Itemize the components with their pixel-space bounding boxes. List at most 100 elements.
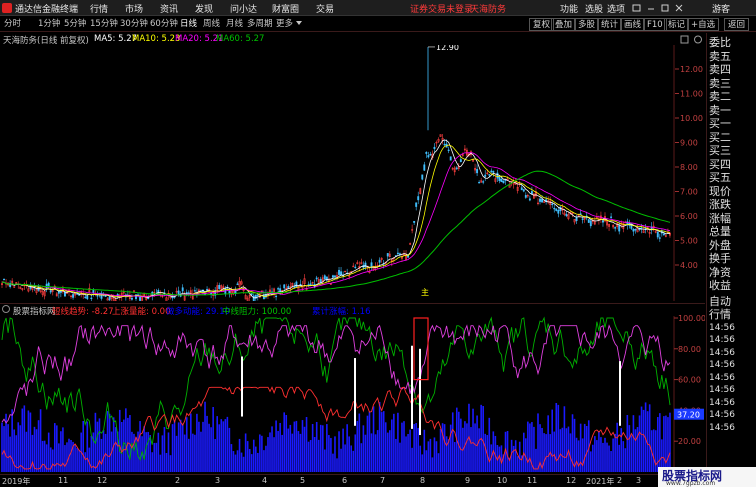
candle-body (57, 291, 60, 294)
candle-body (498, 176, 501, 181)
time-axis-label: 12 (566, 476, 577, 485)
period-60min[interactable]: 60分钟 (150, 18, 178, 31)
candle-body (86, 295, 89, 300)
stats-button[interactable]: 统计 (597, 18, 623, 31)
menu-item-guest[interactable]: 游客 (712, 2, 730, 15)
y-tick-label: 8.00 (680, 163, 698, 172)
more-dropdown-icon[interactable] (296, 21, 302, 25)
candle-body (417, 196, 420, 201)
menu-item-ask[interactable]: 问小达 (230, 2, 257, 15)
period-weekly[interactable]: 周线 (203, 18, 220, 31)
quote-side-panel: 委比 卖五 卖四 卖三 卖二 卖一 买一 买二 买三 买四 买五 现价 涨跌 涨幅 总量 外盘 换手 净资 收益 自动… (706, 33, 756, 474)
menu-item-functions[interactable]: 功能 (560, 2, 578, 15)
candle-body (425, 151, 428, 154)
draw-button[interactable]: 画线 (620, 18, 646, 31)
period-intraday[interactable]: 分时 (4, 18, 21, 31)
candle-body (614, 227, 617, 229)
candle-body (522, 189, 525, 192)
y-tick-label: 10.00 (680, 114, 703, 123)
overlay-button[interactable]: 叠加 (551, 18, 577, 31)
y-tick-label: 6.00 (680, 212, 698, 221)
candle-body (443, 143, 446, 146)
time-axis-label: 12 (97, 476, 108, 485)
candle-body (421, 174, 424, 180)
app-title: 通达信金融终端 (15, 5, 79, 15)
chart-panel-controls[interactable] (680, 35, 704, 44)
candle-body (459, 159, 462, 163)
time-axis-label: 2019年 (2, 477, 31, 486)
current-value-label: 37.20 (677, 411, 700, 420)
ind-y-tick-label: 20.00 (678, 437, 701, 446)
candle-body (634, 229, 637, 231)
indicator-mid-resistance: 中线阻力: 100.00 (222, 307, 292, 317)
period-30min[interactable]: 30分钟 (120, 18, 148, 31)
period-more[interactable]: 更多 (276, 18, 293, 31)
candle-body (632, 228, 635, 232)
time-axis-label: 2 (617, 476, 623, 485)
tick-panel-header[interactable]: 自动 (709, 295, 731, 308)
candle-body (520, 187, 523, 191)
menu-item-options[interactable]: 选项 (607, 2, 625, 15)
quote-field-label: 卖三 (709, 76, 731, 90)
candle-body (502, 180, 505, 184)
menu-item-discover[interactable]: 发现 (195, 2, 213, 15)
candle-body (478, 181, 481, 184)
time-axis: 2019年1112234567891011122021年234 (0, 474, 705, 487)
time-axis-label: 11 (58, 476, 69, 485)
menu-item-stock-picker[interactable]: 选股 (585, 2, 603, 15)
candle-body (250, 293, 253, 295)
y-tick-label: 12.00 (680, 65, 703, 74)
candle-body (340, 271, 343, 276)
zoom-icon (694, 35, 702, 44)
period-multi[interactable]: 多周期 (247, 18, 273, 31)
indicator-short-trend: 短线趋势: -8.27 (52, 307, 114, 317)
candle-body (423, 164, 426, 171)
quote-field-label: 换手 (709, 252, 731, 265)
ind-y-tick-label: 60.00 (678, 376, 701, 385)
add-watchlist-button[interactable]: +自选 (687, 18, 720, 31)
trend-line (1, 324, 671, 424)
time-axis-label: 5 (300, 476, 306, 485)
tick-panel-header[interactable]: 行情 (709, 308, 731, 321)
time-axis-label: 10 (497, 476, 508, 485)
multi-stock-button[interactable]: 多股 (574, 18, 600, 31)
period-monthly[interactable]: 月线 (226, 18, 243, 31)
period-5min[interactable]: 5分钟 (64, 18, 86, 31)
quote-field-label: 收益 (709, 279, 731, 292)
period-daily[interactable]: 日线 (180, 18, 197, 31)
menu-item-quotes[interactable]: 行情 (90, 2, 108, 15)
indicator-name[interactable]: 股票指标网 (13, 305, 56, 317)
candle-body (427, 155, 430, 158)
quote-field-label: 买一 (709, 117, 731, 130)
candle-body (488, 174, 491, 176)
quote-field-label: 涨跌 (709, 198, 731, 211)
menu-item-market[interactable]: 市场 (125, 2, 143, 15)
indicator-chart[interactable]: 100.0080.0060.0040.0020.0037.20 (0, 304, 705, 474)
indicator-long-momentum: 做多动能: 29.10 (166, 307, 230, 317)
candle-body (193, 290, 196, 292)
period-15min[interactable]: 15分钟 (90, 18, 118, 31)
login-notice[interactable]: 证券交易未登录 (410, 2, 473, 15)
candle-body (449, 156, 452, 161)
quote-field-label: 卖四 (709, 63, 731, 76)
maximize-icon (661, 4, 669, 12)
time-axis-label: 4 (262, 476, 268, 485)
candle-body (370, 262, 373, 268)
tick-time: 14:56 (709, 372, 735, 383)
candle-body (656, 231, 659, 238)
period-1min[interactable]: 1分钟 (38, 18, 60, 31)
menu-item-news[interactable]: 资讯 (160, 2, 178, 15)
candle-body (206, 289, 209, 291)
time-axis-label: 7 (380, 476, 386, 485)
menu-item-trade[interactable]: 交易 (316, 2, 334, 15)
candle-body (433, 146, 436, 149)
candle-body (455, 167, 458, 170)
indicator-toggle-icon[interactable] (2, 305, 10, 313)
menu-item-wealth[interactable]: 财富圈 (272, 2, 299, 15)
candle-body (378, 259, 381, 263)
back-button[interactable]: 返回 (724, 18, 750, 31)
quote-field-label: 卖二 (709, 90, 731, 103)
main-chart[interactable]: 12.00 11.00 10.00 9.00 8.00 7.00 6.00 5.00 4.00 1… (0, 45, 705, 301)
watermark-url: www.7gpzb.com (666, 480, 716, 487)
mark-button[interactable]: 标记 (664, 18, 690, 31)
